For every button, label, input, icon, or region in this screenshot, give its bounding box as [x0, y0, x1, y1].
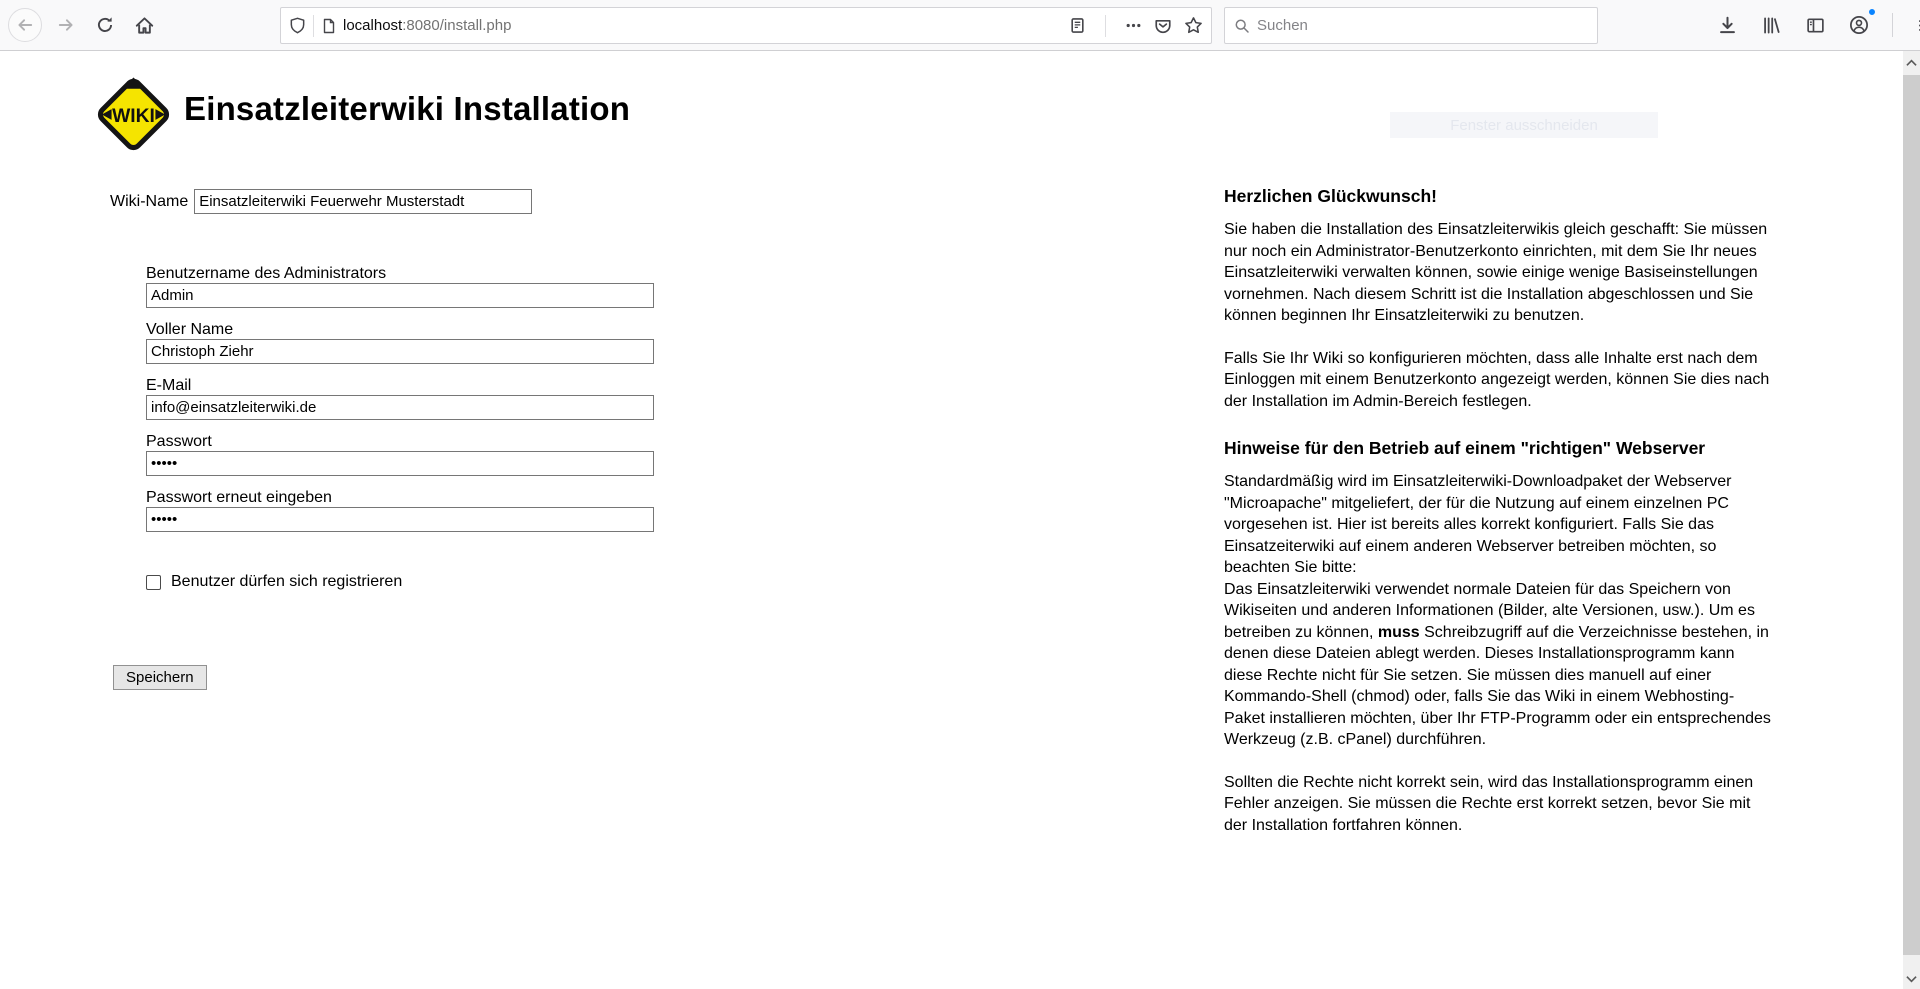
- url-separator: [313, 15, 314, 37]
- chevron-down-icon: [1906, 975, 1917, 983]
- admin-username-input[interactable]: [146, 283, 654, 308]
- url-bar[interactable]: localhost:8080/install.php: [280, 7, 1212, 44]
- password-label: Passwort: [146, 432, 654, 451]
- menu-button[interactable]: [1911, 10, 1920, 40]
- info-paragraph-1: Sie haben die Installation des Einsatzle…: [1224, 219, 1772, 327]
- url-separator-2: [1105, 15, 1106, 37]
- page-info-icon[interactable]: [321, 18, 337, 34]
- vertical-scrollbar[interactable]: [1903, 51, 1920, 989]
- pocket-icon[interactable]: [1154, 17, 1172, 35]
- wiki-logo-text: WIKI: [112, 106, 155, 127]
- library-icon: [1762, 16, 1781, 35]
- chevron-up-icon: [1906, 59, 1917, 67]
- back-icon: [16, 16, 34, 34]
- url-host: localhost: [343, 17, 402, 34]
- browser-toolbar: localhost:8080/install.php: [0, 0, 1920, 51]
- sidebar-icon: [1806, 16, 1825, 35]
- snip-overlay-ghost: Fenster ausschneiden: [1390, 112, 1658, 138]
- wiki-name-row: Wiki-Name: [110, 189, 532, 214]
- library-button[interactable]: [1756, 10, 1786, 40]
- url-path: :8080/install.php: [402, 17, 511, 34]
- url-text[interactable]: localhost:8080/install.php: [343, 17, 1069, 34]
- admin-username-label: Benutzername des Administrators: [146, 264, 654, 283]
- save-button[interactable]: Speichern: [113, 665, 207, 690]
- info-heading-webserver: Hinweise für den Betrieb auf einem "rich…: [1224, 438, 1772, 459]
- password-repeat-input[interactable]: [146, 507, 654, 532]
- bookmark-star-icon[interactable]: [1184, 16, 1203, 35]
- search-icon: [1234, 18, 1250, 34]
- email-label: E-Mail: [146, 376, 654, 395]
- info-paragraph-3: Standardmäßig wird im Einsatzleiterwiki-…: [1224, 471, 1772, 751]
- info-heading-congrats: Herzlichen Glückwunsch!: [1224, 186, 1772, 207]
- register-checkbox[interactable]: [146, 575, 161, 590]
- password-input[interactable]: [146, 451, 654, 476]
- account-notification-dot: [1868, 8, 1876, 16]
- wiki-logo: WIKI: [95, 76, 172, 153]
- search-bar[interactable]: [1224, 7, 1598, 44]
- reload-button[interactable]: [90, 10, 120, 40]
- page-content: Fenster ausschneiden WIKI Einsatzleiterw…: [0, 52, 1903, 989]
- account-icon: [1849, 15, 1869, 35]
- home-icon: [135, 16, 154, 35]
- info-panel: Herzlichen Glückwunsch! Sie haben die In…: [1224, 186, 1772, 857]
- info-paragraph-3a: Standardmäßig wird im Einsatzleiterwiki-…: [1224, 473, 1731, 576]
- download-icon: [1718, 16, 1737, 35]
- hamburger-icon: [1917, 16, 1920, 35]
- email-input[interactable]: [146, 395, 654, 420]
- wiki-name-label: Wiki-Name: [110, 193, 188, 211]
- search-input[interactable]: [1257, 17, 1588, 34]
- password-repeat-label: Passwort erneut eingeben: [146, 488, 654, 507]
- account-button[interactable]: [1844, 10, 1874, 40]
- downloads-button[interactable]: [1712, 10, 1742, 40]
- info-paragraph-4: Sollten die Rechte nicht korrekt sein, w…: [1224, 772, 1772, 837]
- scroll-up-button[interactable]: [1903, 53, 1920, 72]
- forward-icon: [57, 16, 75, 34]
- scrollbar-thumb[interactable]: [1903, 75, 1920, 955]
- admin-account-form: Benutzername des Administrators Voller N…: [146, 264, 654, 544]
- back-button[interactable]: [8, 8, 42, 42]
- reload-icon: [96, 16, 114, 34]
- full-name-label: Voller Name: [146, 320, 654, 339]
- reader-mode-icon[interactable]: [1069, 17, 1086, 34]
- info-paragraph-3-bold: muss: [1378, 624, 1420, 641]
- info-paragraph-3c: Schreibzugriff auf die Verzeichnisse bes…: [1224, 624, 1771, 749]
- page-actions-icon[interactable]: [1125, 17, 1142, 34]
- register-checkbox-row: Benutzer dürfen sich registrieren: [146, 573, 402, 591]
- sidebar-button[interactable]: [1800, 10, 1830, 40]
- wiki-name-input[interactable]: [194, 189, 532, 214]
- page-title: Einsatzleiterwiki Installation: [184, 90, 630, 128]
- full-name-input[interactable]: [146, 339, 654, 364]
- forward-button[interactable]: [51, 10, 81, 40]
- tracking-shield-icon[interactable]: [289, 17, 306, 34]
- home-button[interactable]: [129, 10, 159, 40]
- info-paragraph-2: Falls Sie Ihr Wiki so konfigurieren möch…: [1224, 348, 1772, 413]
- toolbar-separator: [1892, 13, 1893, 37]
- scroll-down-button[interactable]: [1903, 969, 1920, 988]
- register-checkbox-label: Benutzer dürfen sich registrieren: [171, 573, 402, 591]
